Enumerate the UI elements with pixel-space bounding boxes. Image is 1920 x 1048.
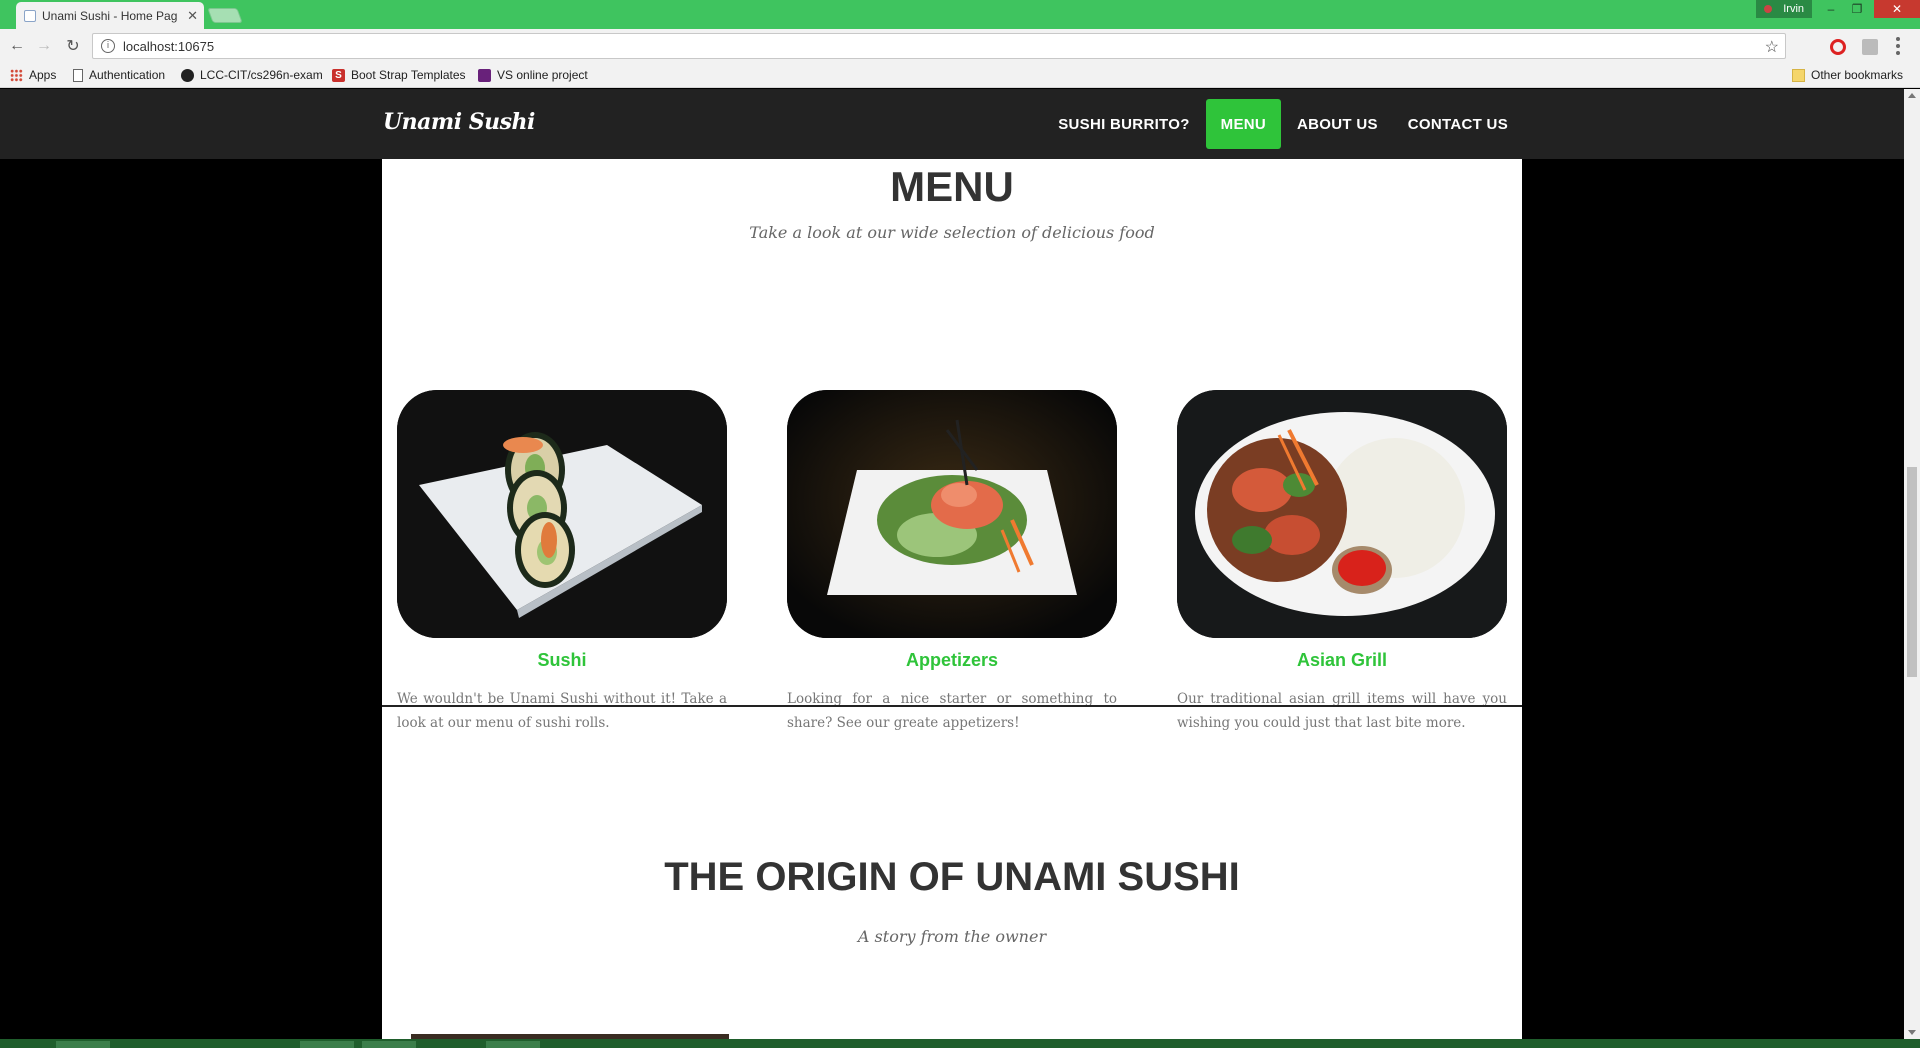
site-info-icon[interactable]: i [101, 39, 115, 53]
browser-titlebar: Unami Sushi - Home Pag ✕ Irvin – ❐ ✕ [0, 0, 1920, 29]
pdf-extension-icon[interactable] [1862, 39, 1878, 55]
scroll-up-icon[interactable] [1908, 93, 1916, 98]
bookmark-label: LCC-CIT/cs296n-exam [200, 68, 323, 82]
bookmarks-bar: Apps Authentication LCC-CIT/cs296n-exam … [0, 63, 1920, 88]
site-brand[interactable]: Unami Sushi [383, 109, 535, 135]
content-container: MENU Take a look at our wide selection o… [382, 159, 1522, 1039]
page-favicon-icon [24, 9, 36, 22]
bookmark-label: Apps [29, 68, 57, 82]
menu-title: MENU [890, 163, 1014, 210]
back-icon[interactable]: ← [6, 35, 28, 57]
github-icon [181, 68, 194, 82]
taskbar-item[interactable] [362, 1041, 416, 1048]
bookmark-bootstrap-templates[interactable]: S Boot Strap Templates [332, 68, 466, 82]
url-text: localhost:10675 [123, 38, 215, 54]
page-scrollbar[interactable] [1904, 89, 1920, 1039]
menu-card-text: Looking for a nice starter or something … [787, 691, 1117, 731]
folder-icon [1792, 68, 1805, 82]
scroll-thumb[interactable] [1907, 467, 1917, 677]
menu-card-asian-grill[interactable]: Asian Grill Our traditional asian grill … [1177, 390, 1507, 735]
menu-card-appetizers[interactable]: Appetizers Looking for a nice starter or… [787, 390, 1117, 735]
browser-menu-icon[interactable] [1896, 37, 1900, 55]
close-window-icon[interactable]: ✕ [1874, 0, 1920, 18]
restore-icon[interactable]: ❐ [1844, 0, 1870, 18]
bookmark-apps[interactable]: Apps [10, 68, 56, 82]
origin-title: THE ORIGIN OF UNAMI SUSHI [664, 855, 1240, 899]
nav-links: SUSHI BURRITO? MENU ABOUT US CONTACT US [1043, 89, 1523, 159]
scroll-down-icon[interactable] [1908, 1030, 1916, 1035]
browser-tab[interactable]: Unami Sushi - Home Pag ✕ [16, 2, 204, 29]
asian-grill-image[interactable] [1177, 390, 1507, 638]
menu-card-sushi[interactable]: Sushi We wouldn't be Unami Sushi without… [397, 390, 727, 735]
close-tab-icon[interactable]: ✕ [187, 8, 198, 24]
section-divider [382, 705, 1522, 707]
menu-card-text: We wouldn't be Unami Sushi without it! T… [397, 691, 727, 731]
nav-menu[interactable]: MENU [1205, 99, 1282, 149]
bookmark-authentication[interactable]: Authentication [73, 68, 165, 82]
reload-icon[interactable]: ↻ [62, 35, 84, 57]
bookmark-label: VS online project [497, 68, 588, 82]
minimize-icon[interactable]: – [1818, 0, 1844, 18]
browser-toolbar: ← → ↻ i localhost:10675 ☆ [0, 29, 1920, 63]
bookmark-label: Other bookmarks [1811, 68, 1904, 82]
bookmark-star-icon[interactable]: ☆ [1765, 37, 1779, 57]
bookmark-label: Boot Strap Templates [351, 68, 466, 82]
page-viewport: Unami Sushi SUSHI BURRITO? MENU ABOUT US… [0, 89, 1904, 1039]
taskbar-item[interactable] [486, 1041, 540, 1048]
new-tab-button[interactable] [207, 8, 243, 23]
taskbar-item[interactable] [300, 1041, 354, 1048]
menu-card-text: Our traditional asian grill items will h… [1177, 691, 1507, 731]
menu-card-title[interactable]: Asian Grill [1177, 650, 1507, 671]
menu-subtitle: Take a look at our wide selection of del… [749, 223, 1155, 242]
menu-card-title[interactable]: Appetizers [787, 650, 1117, 671]
bookmark-vs-online[interactable]: VS online project [478, 68, 588, 82]
nav-about-us[interactable]: ABOUT US [1282, 99, 1393, 149]
appetizers-image[interactable] [787, 390, 1117, 638]
os-taskbar [0, 1039, 1920, 1048]
document-icon [73, 68, 83, 82]
profile-button[interactable]: Irvin [1756, 0, 1812, 18]
apps-grid-icon [10, 68, 23, 82]
nav-sushi-burrito[interactable]: SUSHI BURRITO? [1043, 99, 1204, 149]
site-navbar: Unami Sushi SUSHI BURRITO? MENU ABOUT US… [0, 89, 1904, 159]
s-logo-icon: S [332, 68, 345, 82]
visual-studio-icon [478, 68, 491, 82]
tab-title: Unami Sushi - Home Pag [42, 8, 178, 23]
address-bar[interactable]: i localhost:10675 ☆ [92, 33, 1786, 59]
forward-icon[interactable]: → [33, 35, 55, 57]
other-bookmarks[interactable]: Other bookmarks [1792, 68, 1903, 82]
nav-contact-us[interactable]: CONTACT US [1393, 99, 1523, 149]
origin-subtitle: A story from the owner [857, 927, 1047, 946]
bookmark-label: Authentication [89, 68, 166, 82]
sushi-image[interactable] [397, 390, 727, 638]
taskbar-item[interactable] [56, 1041, 110, 1048]
bookmark-lcc-cit[interactable]: LCC-CIT/cs296n-exam [181, 68, 323, 82]
opera-extension-icon[interactable] [1830, 39, 1846, 55]
menu-card-title[interactable]: Sushi [397, 650, 727, 671]
